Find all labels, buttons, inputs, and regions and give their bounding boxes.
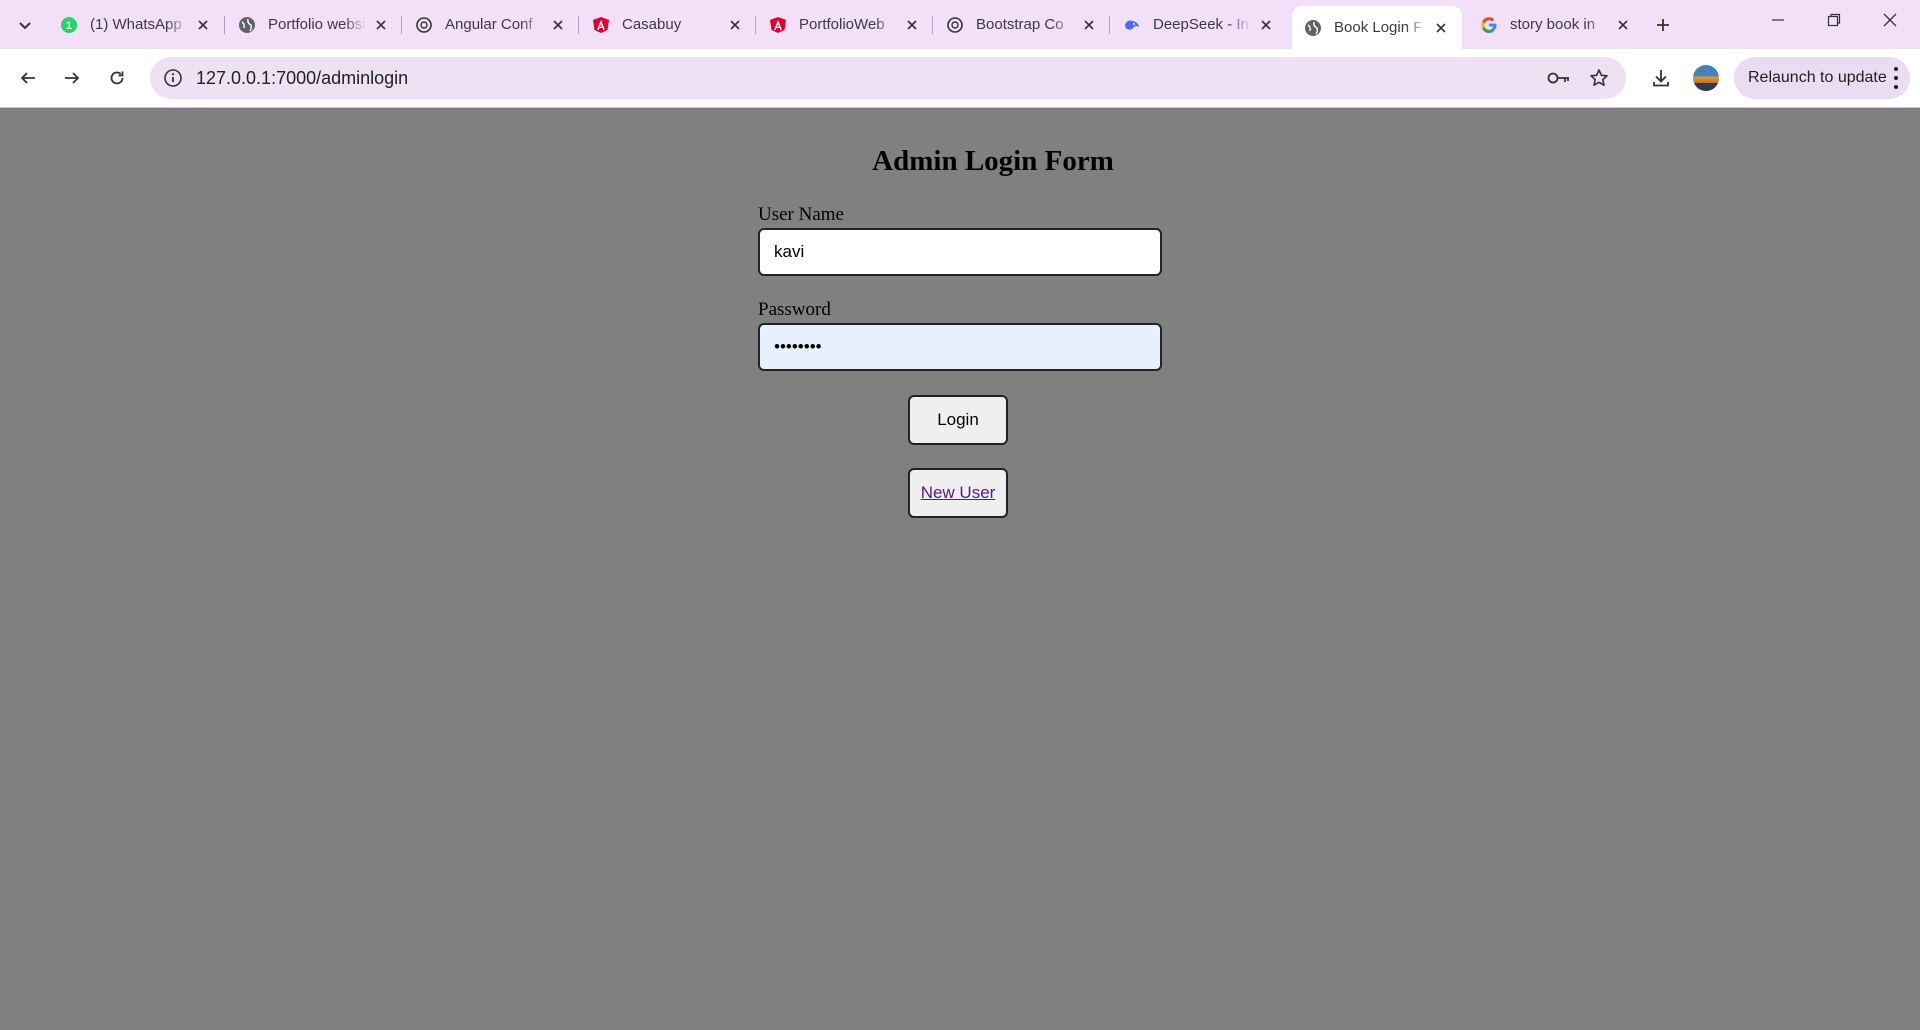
tab-bootstrap[interactable]: Bootstrap Co bbox=[934, 6, 1110, 43]
back-button[interactable] bbox=[11, 61, 45, 95]
tab-title: Bootstrap Co bbox=[976, 16, 1064, 33]
url-text[interactable]: 127.0.0.1:7000/adminlogin bbox=[196, 68, 408, 89]
angular-icon bbox=[769, 16, 787, 34]
tab-title: story book in bbox=[1510, 16, 1596, 33]
chatgpt-icon bbox=[415, 16, 433, 34]
download-icon bbox=[1653, 70, 1669, 87]
page-content: Admin Login Form User Name Password Logi… bbox=[0, 109, 1920, 1030]
google-icon bbox=[1480, 16, 1498, 34]
tab-title: Casabuy bbox=[622, 16, 682, 33]
close-icon[interactable] bbox=[194, 16, 212, 34]
forward-button[interactable] bbox=[55, 61, 89, 95]
address-bar[interactable]: 127.0.0.1:7000/adminlogin bbox=[150, 57, 1626, 99]
reload-icon bbox=[110, 71, 124, 85]
tab-separator bbox=[401, 16, 402, 34]
whatsapp-icon: 1 bbox=[60, 16, 78, 34]
angular-icon bbox=[592, 16, 610, 34]
tab-angular-conf[interactable]: Angular Conf bbox=[403, 6, 579, 43]
chatgpt-icon bbox=[946, 16, 964, 34]
arrow-right-icon bbox=[65, 72, 80, 84]
deepseek-icon bbox=[1123, 16, 1141, 34]
globe-icon bbox=[238, 16, 256, 34]
close-icon[interactable] bbox=[1432, 19, 1450, 37]
tab-separator bbox=[578, 16, 579, 34]
tab-strip: 1 (1) WhatsApp Portfolio website Angular… bbox=[0, 0, 1920, 49]
close-icon[interactable] bbox=[1080, 16, 1098, 34]
restore-icon bbox=[1827, 13, 1841, 27]
password-key-icon[interactable] bbox=[1546, 66, 1572, 90]
close-icon bbox=[1883, 13, 1897, 27]
tab-portfolioweb[interactable]: PortfolioWeb bbox=[757, 6, 933, 43]
reload-button[interactable] bbox=[100, 61, 134, 95]
svg-text:1: 1 bbox=[66, 20, 72, 32]
page-title: Admin Login Form bbox=[872, 145, 1114, 177]
globe-icon bbox=[1304, 19, 1322, 37]
restore-button[interactable] bbox=[1806, 0, 1862, 40]
password-input[interactable] bbox=[758, 323, 1162, 371]
tab-title: Book Login F bbox=[1334, 19, 1423, 36]
arrow-left-icon bbox=[20, 72, 35, 84]
username-input[interactable] bbox=[758, 228, 1162, 276]
kebab-menu-icon[interactable] bbox=[1892, 67, 1900, 89]
browser-toolbar: 127.0.0.1:7000/adminlogin Relaunch to up… bbox=[0, 49, 1920, 108]
tab-story-book[interactable]: story book in bbox=[1468, 6, 1644, 43]
relaunch-to-update-button[interactable]: Relaunch to update bbox=[1734, 57, 1910, 99]
tab-portfolio-website[interactable]: Portfolio website bbox=[226, 6, 402, 43]
tab-casabuy[interactable]: Casabuy bbox=[580, 6, 756, 43]
close-icon[interactable] bbox=[549, 16, 567, 34]
minimize-icon bbox=[1772, 19, 1784, 21]
tab-title: (1) WhatsApp bbox=[90, 16, 182, 33]
tab-whatsapp[interactable]: 1 (1) WhatsApp bbox=[48, 6, 224, 43]
minimize-button[interactable] bbox=[1750, 0, 1806, 40]
downloads-button[interactable] bbox=[1644, 61, 1678, 95]
tab-book-login[interactable]: Book Login F bbox=[1292, 6, 1462, 49]
tab-title: Angular Conf bbox=[445, 16, 533, 33]
close-icon[interactable] bbox=[372, 16, 390, 34]
bookmark-star-icon[interactable] bbox=[1586, 66, 1612, 90]
profile-avatar[interactable] bbox=[1693, 65, 1719, 91]
tab-separator bbox=[224, 16, 225, 34]
site-info-icon[interactable] bbox=[162, 67, 184, 89]
plus-icon bbox=[1657, 19, 1669, 31]
close-icon[interactable] bbox=[1614, 16, 1632, 34]
new-tab-button[interactable] bbox=[1648, 10, 1678, 40]
new-user-link[interactable]: New User bbox=[921, 483, 996, 503]
tab-title: Portfolio website bbox=[268, 16, 366, 33]
login-button[interactable]: Login bbox=[908, 395, 1008, 445]
tab-separator bbox=[755, 16, 756, 34]
password-label: Password bbox=[758, 299, 831, 320]
relaunch-label: Relaunch to update bbox=[1748, 69, 1887, 86]
new-user-button[interactable]: New User bbox=[908, 468, 1008, 518]
username-label: User Name bbox=[758, 204, 844, 225]
close-icon[interactable] bbox=[1257, 16, 1275, 34]
tab-search-button[interactable] bbox=[10, 10, 40, 40]
close-icon[interactable] bbox=[903, 16, 921, 34]
tab-deepseek[interactable]: DeepSeek - In bbox=[1111, 6, 1287, 43]
tab-separator bbox=[932, 16, 933, 34]
close-icon[interactable] bbox=[726, 16, 744, 34]
tab-title: DeepSeek - In bbox=[1153, 16, 1249, 33]
chevron-down-icon bbox=[19, 22, 31, 30]
tab-title: PortfolioWeb bbox=[799, 16, 885, 33]
tab-separator bbox=[1109, 16, 1110, 34]
close-window-button[interactable] bbox=[1862, 0, 1918, 40]
